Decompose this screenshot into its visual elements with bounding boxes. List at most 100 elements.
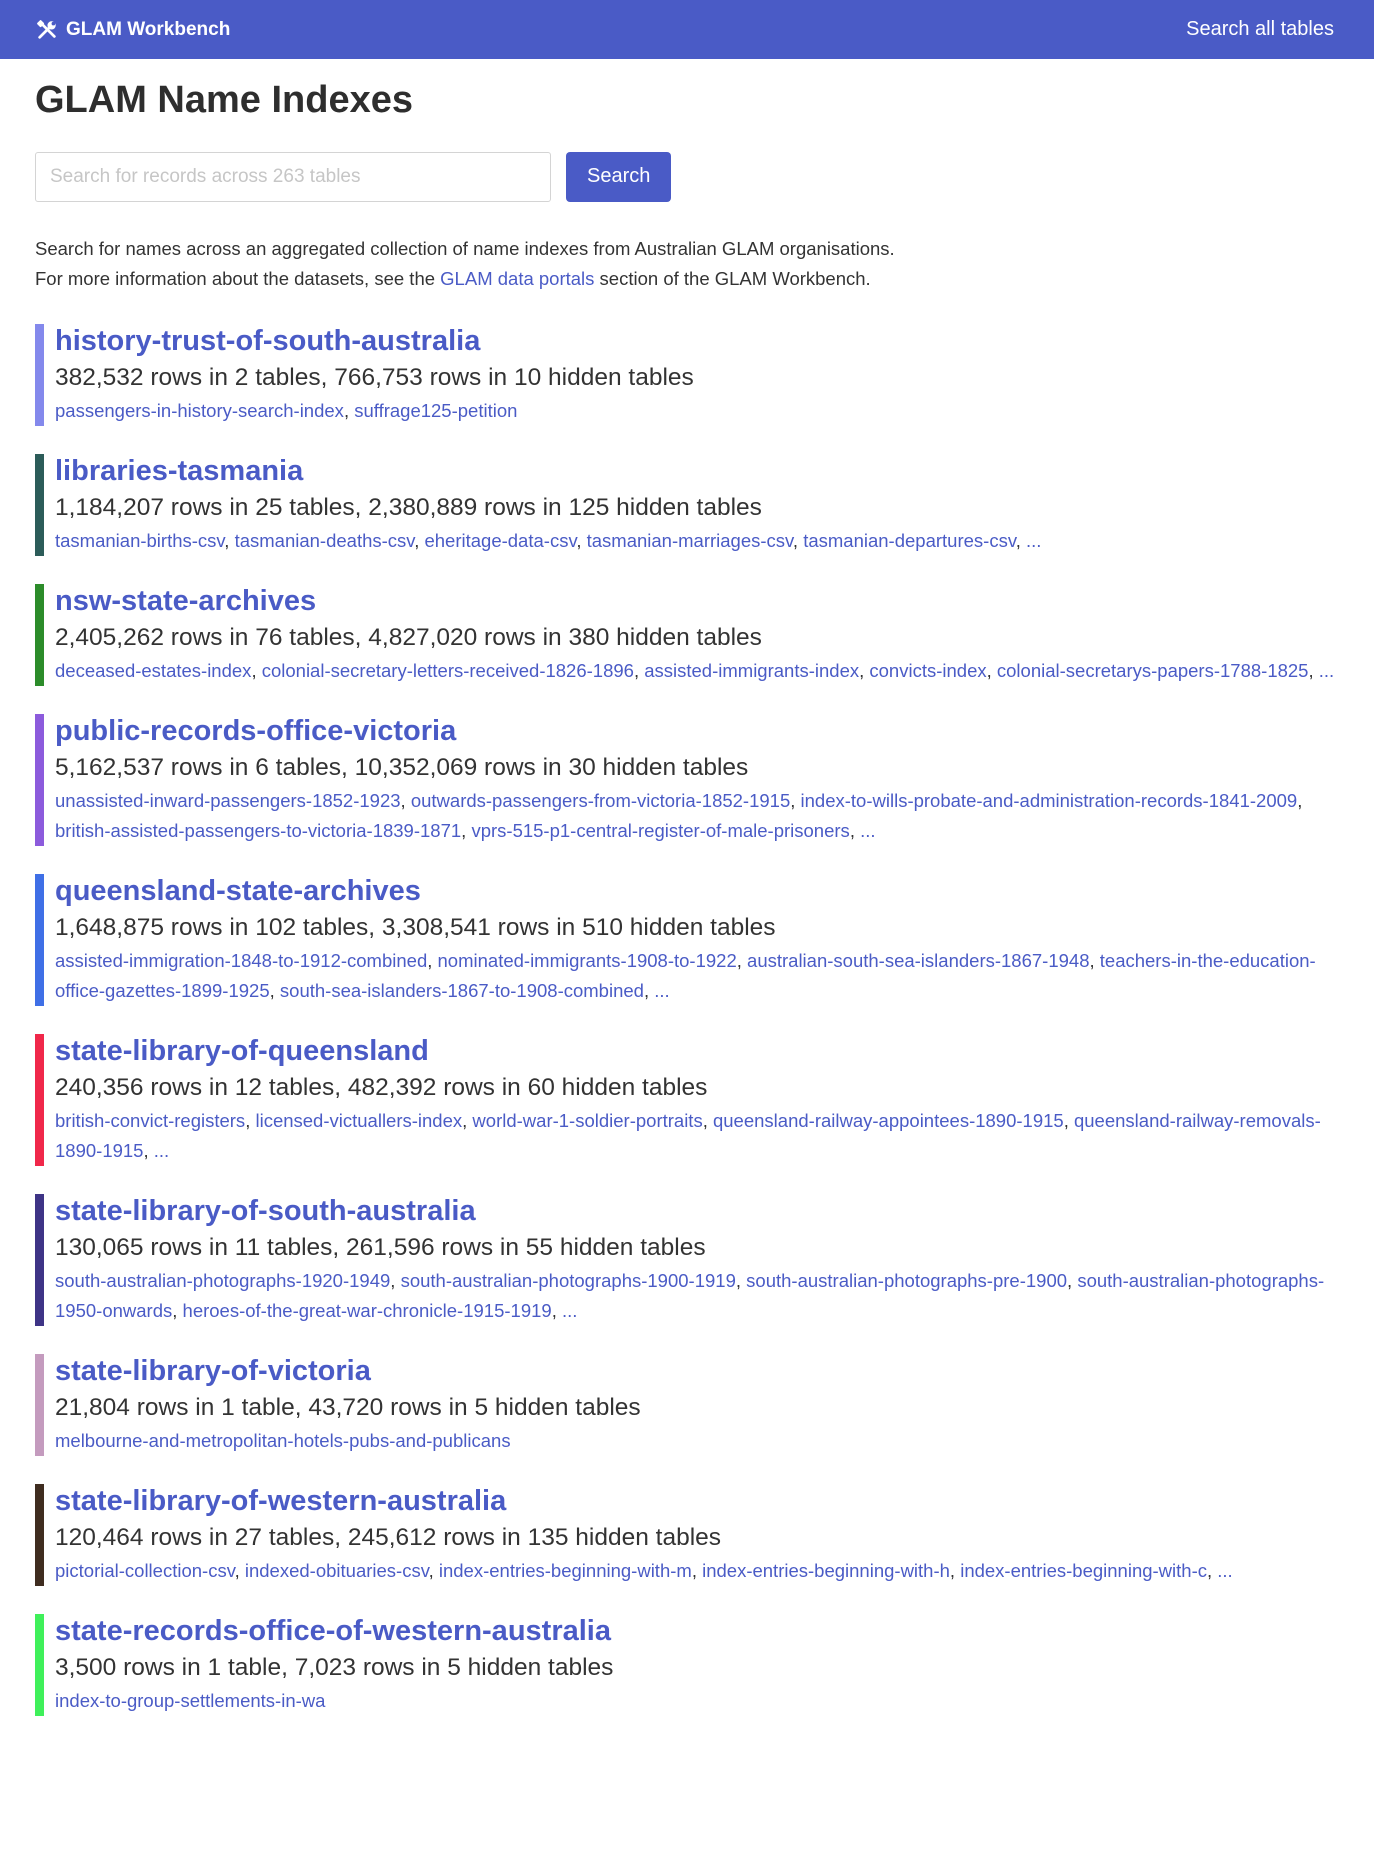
table-link[interactable]: queensland-railway-appointees-1890-1915 <box>713 1110 1064 1131</box>
database-title: state-library-of-western-australia <box>55 1484 1339 1519</box>
table-link[interactable]: licensed-victuallers-index <box>255 1110 462 1131</box>
database-entry: nsw-state-archives 2,405,262 rows in 76 t… <box>35 583 1339 686</box>
database-link[interactable]: public-records-office-victoria <box>55 715 456 747</box>
table-link[interactable]: unassisted-inward-passengers-1852-1923 <box>55 790 401 811</box>
table-link[interactable]: melbourne-and-metropolitan-hotels-pubs-a… <box>55 1430 511 1451</box>
intro-line-2: For more information about the datasets,… <box>35 264 1339 294</box>
database-entry: public-records-office-victoria 5,162,537 … <box>35 713 1339 846</box>
database-row-summary: 240,356 rows in 12 tables, 482,392 rows … <box>55 1073 708 1101</box>
intro-line-2-suffix: section of the GLAM Workbench. <box>594 267 871 289</box>
table-link[interactable]: vprs-515-p1-central-register-of-male-pri… <box>471 820 849 841</box>
brand-name: GLAM Workbench <box>66 18 231 40</box>
database-title: nsw-state-archives <box>55 584 1339 619</box>
table-link[interactable]: heroes-of-the-great-war-chronicle-1915-1… <box>183 1300 552 1321</box>
more-tables-link[interactable]: ... <box>562 1300 577 1321</box>
glam-data-portals-link[interactable]: GLAM data portals <box>440 268 594 289</box>
database-table-links: index-to-group-settlements-in-wa <box>55 1686 1339 1716</box>
search-input[interactable] <box>35 151 551 202</box>
database-link[interactable]: state-records-office-of-western-australi… <box>55 1615 611 1647</box>
more-tables-link[interactable]: ... <box>154 1140 169 1161</box>
table-link[interactable]: indexed-obituaries-csv <box>245 1560 429 1581</box>
database-title: state-library-of-victoria <box>55 1354 1339 1389</box>
table-link[interactable]: index-entries-beginning-with-h <box>702 1560 950 1581</box>
table-link[interactable]: index-entries-beginning-with-c <box>960 1560 1207 1581</box>
tools-icon <box>36 19 58 41</box>
database-table-links: south-australian-photographs-1920-1949, … <box>55 1269 1325 1321</box>
table-link[interactable]: suffrage125-petition <box>354 400 517 421</box>
database-entry: state-library-of-victoria 21,804 rows in … <box>35 1353 1339 1456</box>
table-link[interactable]: deceased-estates-index <box>55 660 251 681</box>
more-tables-link[interactable]: ... <box>1026 530 1041 551</box>
database-link[interactable]: state-library-of-south-australia <box>55 1195 476 1227</box>
table-link[interactable]: outwards-passengers-from-victoria-1852-1… <box>411 790 790 811</box>
database-entry: history-trust-of-south-australia 382,532 … <box>35 323 1339 426</box>
table-link[interactable]: south-sea-islanders-1867-to-1908-combine… <box>280 980 644 1001</box>
database-row-summary: 3,500 rows in 1 table, 7,023 rows in 5 h… <box>55 1653 614 1681</box>
table-link[interactable]: australian-south-sea-islanders-1867-1948 <box>747 950 1089 971</box>
table-link[interactable]: tasmanian-marriages-csv <box>587 530 793 551</box>
database-title: state-records-office-of-western-australi… <box>55 1614 1339 1649</box>
database-link[interactable]: state-library-of-victoria <box>55 1355 371 1387</box>
database-link[interactable]: history-trust-of-south-australia <box>55 325 480 357</box>
database-table-links: unassisted-inward-passengers-1852-1923, … <box>55 789 1303 841</box>
database-table-links: passengers-in-history-search-index, suff… <box>55 399 518 421</box>
database-row-summary: 2,405,262 rows in 76 tables, 4,827,020 r… <box>55 623 762 651</box>
database-link[interactable]: queensland-state-archives <box>55 875 421 907</box>
database-title: history-trust-of-south-australia <box>55 324 1339 359</box>
table-link[interactable]: colonial-secretary-letters-received-1826… <box>262 660 634 681</box>
database-entry: state-library-of-western-australia 120,46… <box>35 1483 1339 1586</box>
database-link[interactable]: nsw-state-archives <box>55 585 316 617</box>
database-row-summary: 130,065 rows in 11 tables, 261,596 rows … <box>55 1233 706 1261</box>
table-link[interactable]: eheritage-data-csv <box>424 530 576 551</box>
table-link[interactable]: tasmanian-births-csv <box>55 530 224 551</box>
table-link[interactable]: index-to-group-settlements-in-wa <box>55 1690 325 1711</box>
database-link[interactable]: libraries-tasmania <box>55 455 303 487</box>
database-table-links: pictorial-collection-csv, indexed-obitua… <box>55 1559 1233 1581</box>
table-link[interactable]: south-australian-photographs-1920-1949 <box>55 1270 390 1291</box>
more-tables-link[interactable]: ... <box>1217 1560 1232 1581</box>
database-entry: libraries-tasmania 1,184,207 rows in 25 t… <box>35 453 1339 556</box>
database-table-links: british-convict-registers, licensed-vict… <box>55 1109 1321 1161</box>
table-link[interactable]: index-to-wills-probate-and-administratio… <box>801 790 1298 811</box>
database-table-links: deceased-estates-index, colonial-secreta… <box>55 659 1335 681</box>
table-link[interactable]: world-war-1-soldier-portraits <box>472 1110 702 1131</box>
table-link[interactable]: south-australian-photographs-pre-1900 <box>746 1270 1067 1291</box>
table-link[interactable]: nominated-immigrants-1908-to-1922 <box>438 950 737 971</box>
table-link[interactable]: assisted-immigration-1848-to-1912-combin… <box>55 950 427 971</box>
table-link[interactable]: tasmanian-deaths-csv <box>235 530 415 551</box>
database-title: queensland-state-archives <box>55 874 1339 909</box>
more-tables-link[interactable]: ... <box>1319 660 1334 681</box>
database-row-summary: 1,648,875 rows in 102 tables, 3,308,541 … <box>55 913 776 941</box>
database-entry: state-library-of-queensland 240,356 rows … <box>35 1033 1339 1166</box>
database-entry: queensland-state-archives 1,648,875 rows … <box>35 873 1339 1006</box>
search-all-tables-link[interactable]: Search all tables <box>1186 18 1334 41</box>
table-link[interactable]: tasmanian-departures-csv <box>803 530 1016 551</box>
database-list: history-trust-of-south-australia 382,532 … <box>35 323 1339 1716</box>
database-title: state-library-of-south-australia <box>55 1194 1339 1229</box>
more-tables-link[interactable]: ... <box>654 980 669 1001</box>
more-tables-link[interactable]: ... <box>860 820 875 841</box>
database-title: libraries-tasmania <box>55 454 1339 489</box>
table-link[interactable]: british-assisted-passengers-to-victoria-… <box>55 820 461 841</box>
database-title: state-library-of-queensland <box>55 1034 1339 1069</box>
database-link[interactable]: state-library-of-queensland <box>55 1035 429 1067</box>
database-row-summary: 5,162,537 rows in 6 tables, 10,352,069 r… <box>55 753 749 781</box>
intro-line-1: Search for names across an aggregated co… <box>35 237 895 259</box>
database-row-summary: 21,804 rows in 1 table, 43,720 rows in 5… <box>55 1393 641 1421</box>
table-link[interactable]: pictorial-collection-csv <box>55 1560 235 1581</box>
intro-text: Search for names across an aggregated co… <box>35 234 1339 294</box>
database-table-links: assisted-immigration-1848-to-1912-combin… <box>55 949 1316 1001</box>
table-link[interactable]: assisted-immigrants-index <box>644 660 859 681</box>
database-row-summary: 120,464 rows in 27 tables, 245,612 rows … <box>55 1523 722 1551</box>
search-button[interactable]: Search <box>566 151 672 202</box>
table-link[interactable]: convicts-index <box>869 660 986 681</box>
table-link[interactable]: south-australian-photographs-1900-1919 <box>401 1270 736 1291</box>
table-link[interactable]: passengers-in-history-search-index <box>55 400 344 421</box>
table-link[interactable]: index-entries-beginning-with-m <box>439 1560 692 1581</box>
brand-link[interactable]: GLAM Workbench <box>36 19 230 41</box>
top-navbar: GLAM Workbench Search all tables <box>0 0 1374 59</box>
table-link[interactable]: colonial-secretarys-papers-1788-1825 <box>997 660 1309 681</box>
database-link[interactable]: state-library-of-western-australia <box>55 1485 506 1517</box>
table-link[interactable]: british-convict-registers <box>55 1110 245 1131</box>
database-entry: state-library-of-south-australia 130,065 … <box>35 1193 1339 1326</box>
